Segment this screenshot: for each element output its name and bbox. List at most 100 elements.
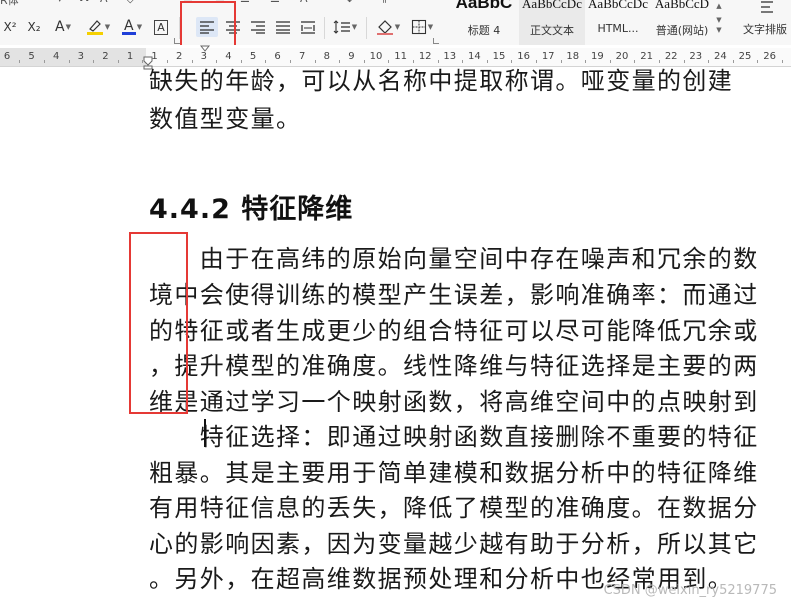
ruler-number: 22 [664, 51, 678, 62]
paragraph-line: 特征选择：即通过映射函数直接删除不重要的特征 [149, 423, 759, 451]
style-heading4[interactable]: AaBbC 标题 4 [449, 0, 519, 45]
superscript-button[interactable]: X² [0, 17, 20, 37]
expand-gallery-icon[interactable]: ▼ [713, 26, 725, 34]
first-line-indent-marker-icon[interactable] [200, 45, 210, 53]
ruler-tick [732, 60, 734, 63]
align-left-button[interactable] [196, 17, 218, 37]
toolbar-divider [366, 17, 367, 39]
ruler-tick [216, 60, 218, 63]
char-border-icon: A [154, 19, 168, 35]
char-border-button[interactable]: A [151, 17, 171, 37]
ruler-number: 13 [443, 51, 457, 62]
ruler-tick [412, 60, 414, 63]
style-normal-web[interactable]: AaBbCcD 普通(网站) [651, 0, 713, 45]
decrease-font-icon[interactable]: A [100, 0, 108, 5]
ruler-number: 4 [225, 51, 232, 62]
ruler-number: 2 [176, 51, 183, 62]
ruler-number: 12 [418, 51, 432, 62]
paragraph-group-launcher-icon[interactable] [433, 38, 439, 44]
font-color-swatch [121, 31, 136, 35]
style-preview: AaBbCcDc [522, 0, 582, 11]
line-spacing-button[interactable]: ▼ [330, 17, 360, 37]
ruler-number: 24 [714, 51, 727, 62]
ruler-tick [363, 60, 365, 63]
text-effect-button[interactable]: A ▼ [50, 17, 76, 37]
ruler-tick [339, 60, 341, 63]
clear-format-icon[interactable]: ◇ [126, 0, 134, 5]
increase-font-icon[interactable]: A [80, 0, 89, 4]
watermark: CSDN @weixin_ry5219775 [603, 583, 777, 598]
ruler-tick [560, 60, 562, 63]
ruler-tick [166, 60, 168, 63]
ruler-number: 20 [615, 51, 629, 62]
ruler-tick [68, 60, 70, 63]
ruler-number: 5 [249, 51, 257, 62]
highlight-button[interactable]: ▼ [84, 17, 112, 37]
style-body-text[interactable]: AaBbCcDc 正文文本 [519, 0, 585, 45]
style-preview: AaBbCcD [654, 0, 710, 11]
sort-icon[interactable]: ↕ [345, 0, 354, 5]
show-marks-icon[interactable]: ¶ [380, 0, 387, 5]
ruler-tick [265, 60, 267, 63]
ruler-number: 2 [102, 51, 109, 62]
ruler-number: 21 [640, 51, 653, 62]
ruler-tick [19, 60, 21, 63]
ruler-tick [781, 60, 783, 63]
style-name: 正文文本 [530, 24, 574, 37]
ribbon-top-row: R体 ▾ A A ◇ ☰ ☰ ☰ ☰ A ↕ ¶ [0, 0, 440, 8]
ruler-number: 6 [3, 51, 11, 62]
styles-gallery-scroll[interactable]: ▲ ▼ ▼ [713, 0, 725, 45]
font-color-button[interactable]: A ▼ [118, 17, 146, 37]
text-effect-icon: A [55, 19, 65, 35]
subscript-button[interactable]: X₂ [24, 17, 44, 37]
paragraph-line: 心的影响因素，因为变量越少越有助于分析，所以其它 [149, 530, 759, 558]
scroll-down-icon[interactable]: ▼ [713, 16, 725, 24]
chevron-down-icon: ▼ [427, 23, 434, 31]
style-html[interactable]: AaBbCcDc HTML... [585, 0, 651, 45]
shading-button[interactable]: ▼ [373, 17, 403, 37]
font-color-icon: A [124, 17, 134, 34]
font-size-dropdown-icon[interactable]: ▾ [57, 0, 63, 5]
document-page[interactable]: 缺失的年龄，可以从名称中提取称谓。哑变量的创建 数值型变量。 4.4.2 特征降… [0, 66, 791, 612]
paint-bucket-icon [376, 20, 393, 35]
text-layout-button[interactable]: 文字排版 [737, 0, 791, 45]
ruler-number: 5 [28, 51, 35, 62]
ribbon-toolbar: R体 ▾ A A ◇ ☰ ☰ ☰ ☰ A ↕ ¶ X² X₂ A▼ ▼ A [0, 0, 791, 45]
align-center-button[interactable] [222, 17, 244, 37]
paragraph-line: 的特征或者生成更少的组合特征可以尽可能降低冗余或 [149, 317, 759, 345]
ruler-tick [683, 60, 685, 63]
align-right-icon [251, 21, 265, 34]
font-name-box[interactable]: R体 [0, 0, 19, 8]
ruler-tick [240, 60, 242, 63]
superscript-label: X² [3, 20, 17, 34]
chinese-layout-icon[interactable]: A [300, 0, 308, 5]
text-layout-label: 文字排版 [743, 23, 787, 36]
font-group-launcher-icon[interactable] [174, 38, 180, 44]
ruler-tick [462, 60, 464, 63]
paragraph-line: 有用特征信息的丢失，降低了模型的准确度。在数据分 [149, 494, 759, 522]
distributed-button[interactable] [297, 17, 319, 37]
increase-indent-icon[interactable]: ☰ [270, 0, 280, 5]
ruler-number: 7 [299, 51, 306, 62]
justify-button[interactable] [272, 17, 294, 37]
align-right-button[interactable] [247, 17, 269, 37]
ruler-number: 18 [566, 51, 580, 62]
numbering-icon[interactable]: ☰ [215, 0, 225, 5]
ruler-number: 26 [763, 51, 776, 62]
ruler-number: 17 [541, 51, 555, 62]
style-preview: AaBbC [455, 0, 513, 12]
ruler-number: 10 [369, 51, 383, 62]
ruler-tick [117, 60, 119, 63]
decrease-indent-icon[interactable]: ☰ [240, 0, 250, 5]
chevron-down-icon: ▼ [65, 23, 71, 31]
bullets-icon[interactable]: ☰ [183, 0, 193, 5]
section-heading: 4.4.2 特征降维 [149, 194, 354, 225]
text-cursor [204, 419, 206, 447]
ruler-tick [388, 60, 390, 63]
scroll-up-icon[interactable]: ▲ [713, 2, 725, 10]
ruler-tick [757, 60, 759, 63]
ruler-number: 4 [53, 51, 60, 62]
borders-button[interactable]: ▼ [407, 17, 437, 37]
horizontal-ruler[interactable]: 6 5 4 3 2 1 1 2 3 4 5 6 7 8 9 10 11 12 13 14 15 16 17 18 19 20 21 2… [0, 48, 791, 67]
ruler-number: 9 [348, 51, 355, 62]
